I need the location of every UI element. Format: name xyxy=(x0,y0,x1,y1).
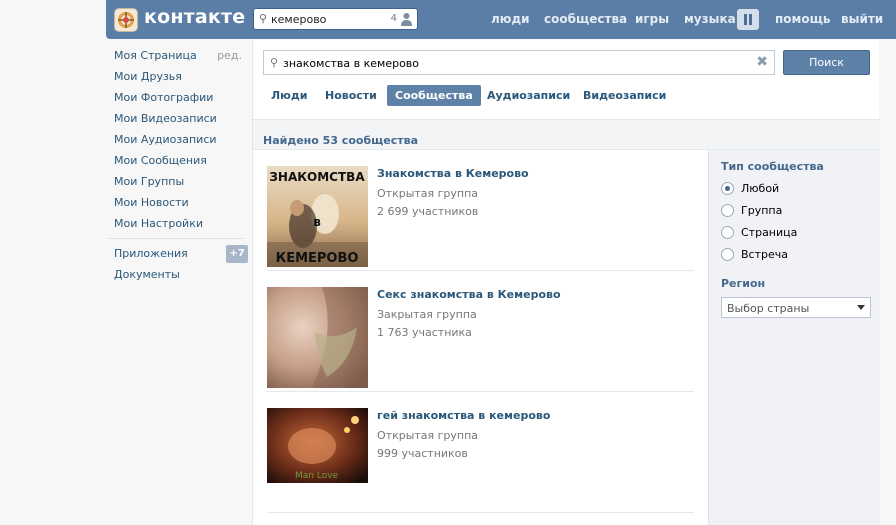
sidebar-item-my-page[interactable]: Моя Страница ред. xyxy=(108,45,248,66)
radio-dot xyxy=(721,226,734,239)
vk-logo-icon[interactable] xyxy=(114,8,138,32)
sidebar-item-settings[interactable]: Мои Настройки xyxy=(108,213,248,234)
tab-video[interactable]: Видеозаписи xyxy=(575,85,674,106)
search-query: знакомства в кемерово xyxy=(283,57,420,70)
tab-communities[interactable]: Сообщества xyxy=(387,85,481,106)
edit-link[interactable]: ред. xyxy=(217,45,242,66)
community-type: Открытая группа xyxy=(377,429,479,442)
list-item: Секс знакомства в Кемерово Закрытая груп… xyxy=(267,271,694,392)
audio-pause-button[interactable] xyxy=(737,9,759,30)
nav-people[interactable]: люди xyxy=(491,12,530,26)
community-avatar[interactable]: Man Love xyxy=(267,408,368,483)
community-title[interactable]: Знакомства в Кемерово xyxy=(377,167,529,180)
radio-dot xyxy=(721,182,734,195)
member-count: 999 участников xyxy=(377,447,468,460)
header-search-input[interactable]: ⚲ кемерово 4 xyxy=(253,8,418,30)
apps-count-badge: +7 xyxy=(226,245,248,263)
nav-games[interactable]: игры xyxy=(635,12,669,26)
radio-dot xyxy=(721,204,734,217)
community-type: Открытая группа xyxy=(377,187,479,200)
radio-dot xyxy=(721,248,734,261)
community-type-heading: Тип сообщества xyxy=(721,160,824,173)
brand-name[interactable]: контакте xyxy=(144,6,245,28)
list-item: ЗНАКОМСТВА в КЕМЕРОВО Знакомства в Кемер… xyxy=(267,150,694,271)
header-search-value: кемерово xyxy=(271,13,327,26)
member-count: 2 699 участников xyxy=(377,205,479,218)
clear-icon[interactable]: ✖ xyxy=(756,54,768,70)
nav-music[interactable]: музыка xyxy=(684,12,736,26)
sidebar-item-label: Приложения xyxy=(114,247,188,260)
search-icon: ⚲ xyxy=(270,56,279,69)
radio-label: Любой xyxy=(741,182,780,195)
sidebar-item-apps[interactable]: Приложения +7 xyxy=(108,243,248,264)
tab-audio[interactable]: Аудиозаписи xyxy=(479,85,578,106)
tab-news[interactable]: Новости xyxy=(317,85,385,106)
sidebar-item-documents[interactable]: Документы xyxy=(108,264,248,285)
region-heading: Регион xyxy=(721,277,766,290)
radio-label: Страница xyxy=(741,226,798,239)
region-select-value: Выбор страны xyxy=(727,302,810,315)
nav-help[interactable]: помощь xyxy=(775,12,830,26)
radio-label: Группа xyxy=(741,204,783,217)
sidebar-item-messages[interactable]: Мои Сообщения xyxy=(108,150,248,171)
sidebar-divider xyxy=(108,238,244,239)
radio-label: Встреча xyxy=(741,248,788,261)
community-title[interactable]: гей знакомства в кемерово xyxy=(377,409,550,422)
results-summary: Найдено 53 сообщества xyxy=(253,119,880,150)
top-header: контакте ⚲ кемерово 4 люди сообщества иг… xyxy=(106,0,896,39)
thumb-caption-bottom: Man Love xyxy=(295,471,339,481)
list-item: Man Love гей знакомства в кемерово Откры… xyxy=(267,392,694,513)
page-gutter xyxy=(880,40,896,525)
thumb-caption-top: ЗНАКОМСТВА xyxy=(269,170,365,184)
sidebar-item-videos[interactable]: Мои Видеозаписи xyxy=(108,108,248,129)
search-icon: ⚲ xyxy=(259,12,268,25)
sidebar-item-audio[interactable]: Мои Аудиозаписи xyxy=(108,129,248,150)
member-count: 1 763 участника xyxy=(377,326,472,339)
sidebar-item-photos[interactable]: Мои Фотографии xyxy=(108,87,248,108)
search-input[interactable]: ⚲ знакомства в кемерово ✖ xyxy=(263,50,775,75)
community-avatar[interactable]: ЗНАКОМСТВА в КЕМЕРОВО xyxy=(267,166,368,267)
community-type: Закрытая группа xyxy=(377,308,477,321)
nav-logout[interactable]: выйти xyxy=(841,12,883,26)
sidebar-item-news[interactable]: Мои Новости xyxy=(108,192,248,213)
search-count: 4 xyxy=(390,13,397,24)
nav-communities[interactable]: сообщества xyxy=(544,12,627,26)
thumb-caption-bottom: КЕМЕРОВО xyxy=(276,251,359,266)
left-sidebar: Моя Страница ред. Мои Друзья Мои Фотогра… xyxy=(108,45,248,285)
filter-panel: Тип сообщества Любой Группа Страница Вст… xyxy=(708,150,880,525)
search-main-panel: ⚲ знакомства в кемерово ✖ Поиск Люди Нов… xyxy=(252,40,880,525)
community-title[interactable]: Секс знакомства в Кемерово xyxy=(377,288,561,301)
sidebar-item-label: Моя Страница xyxy=(114,49,197,62)
community-avatar[interactable] xyxy=(267,287,368,388)
results-count-text: Найдено 53 сообщества xyxy=(263,134,419,147)
search-button[interactable]: Поиск xyxy=(783,50,870,75)
thumb-caption-mid: в xyxy=(313,215,321,229)
person-icon xyxy=(401,13,412,26)
region-select[interactable]: Выбор страны xyxy=(721,297,871,318)
sidebar-item-groups[interactable]: Мои Группы xyxy=(108,171,248,192)
sidebar-item-friends[interactable]: Мои Друзья xyxy=(108,66,248,87)
tab-people[interactable]: Люди xyxy=(263,85,315,106)
chevron-down-icon xyxy=(857,305,865,310)
